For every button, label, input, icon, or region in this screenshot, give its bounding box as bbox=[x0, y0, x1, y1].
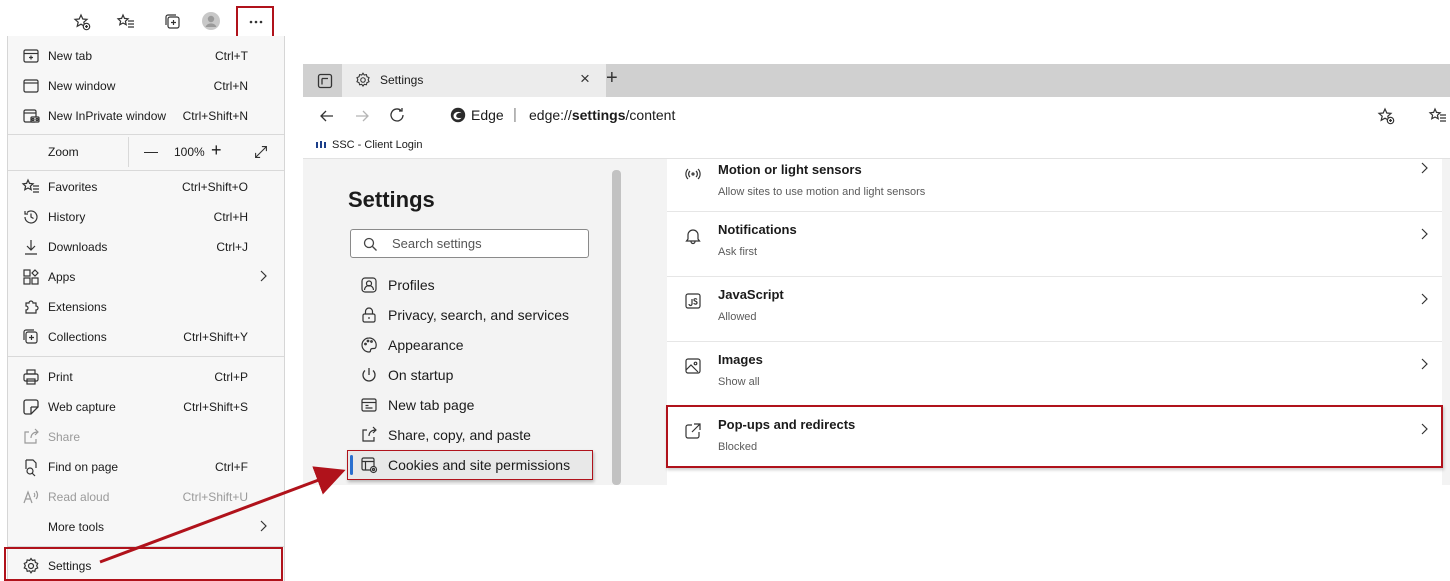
annotation-arrow bbox=[99, 466, 346, 564]
